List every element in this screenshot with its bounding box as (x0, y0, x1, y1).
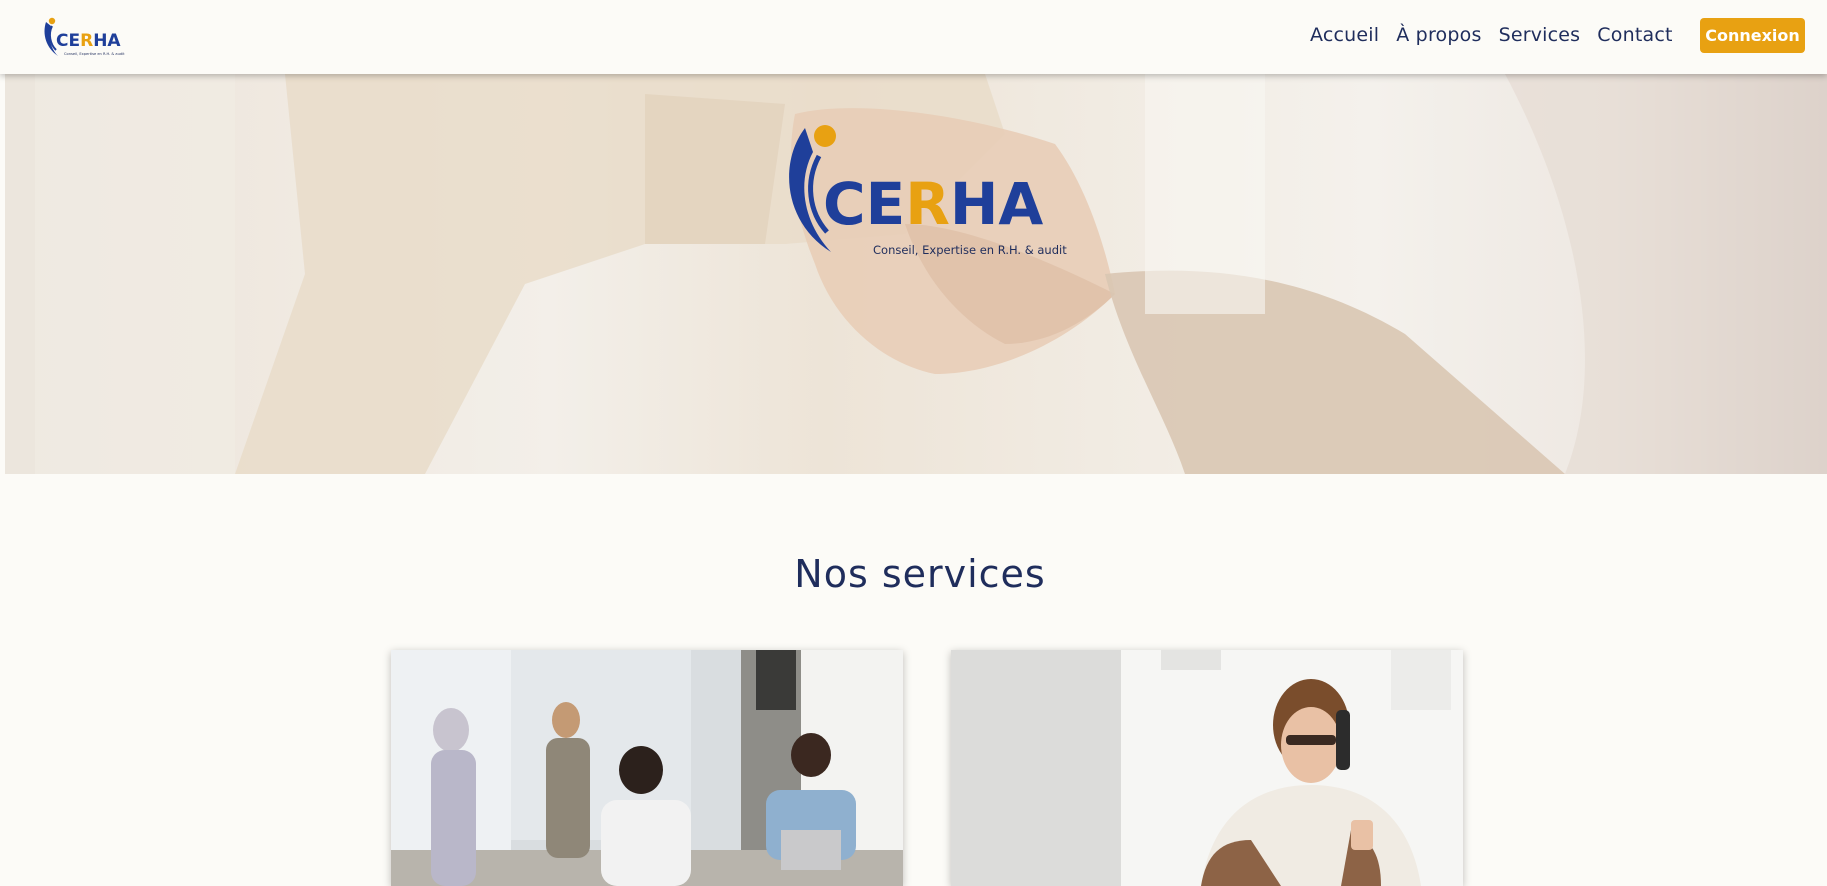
page: CERHA Conseil, Expertise en R.H. & audit… (0, 0, 1827, 886)
service-image-phone-call (951, 650, 1463, 886)
hero-logo-tagline: Conseil, Expertise en R.H. & audit (873, 243, 1067, 257)
nav-link-a-propos[interactable]: À propos (1396, 24, 1481, 46)
main-nav: Accueil À propos Services Contact (1310, 24, 1690, 46)
services-title: Nos services (794, 552, 1046, 596)
site-logo[interactable]: CERHA Conseil, Expertise en R.H. & audit (42, 12, 134, 60)
hero-cerha-logo: CERHA Conseil, Expertise en R.H. & audit (789, 125, 1067, 257)
cerha-logo-icon: CERHA Conseil, Expertise en R.H. & audit (44, 17, 125, 56)
navbar: CERHA Conseil, Expertise en R.H. & audit… (0, 0, 1827, 74)
hero-banner: CERHA Conseil, Expertise en R.H. & audit (5, 74, 1827, 474)
nav-logo-text: CERHA (56, 31, 121, 51)
nav-logo-tagline: Conseil, Expertise en R.H. & audit (64, 52, 125, 56)
hero-logo-text: CERHA (823, 170, 1043, 238)
service-card[interactable] (951, 650, 1463, 886)
nav-link-accueil[interactable]: Accueil (1310, 24, 1379, 46)
service-card[interactable] (391, 650, 903, 886)
service-image-meeting (391, 650, 903, 886)
nav-link-services[interactable]: Services (1499, 24, 1581, 46)
login-button[interactable]: Connexion (1700, 18, 1805, 53)
nav-link-contact[interactable]: Contact (1597, 24, 1672, 46)
